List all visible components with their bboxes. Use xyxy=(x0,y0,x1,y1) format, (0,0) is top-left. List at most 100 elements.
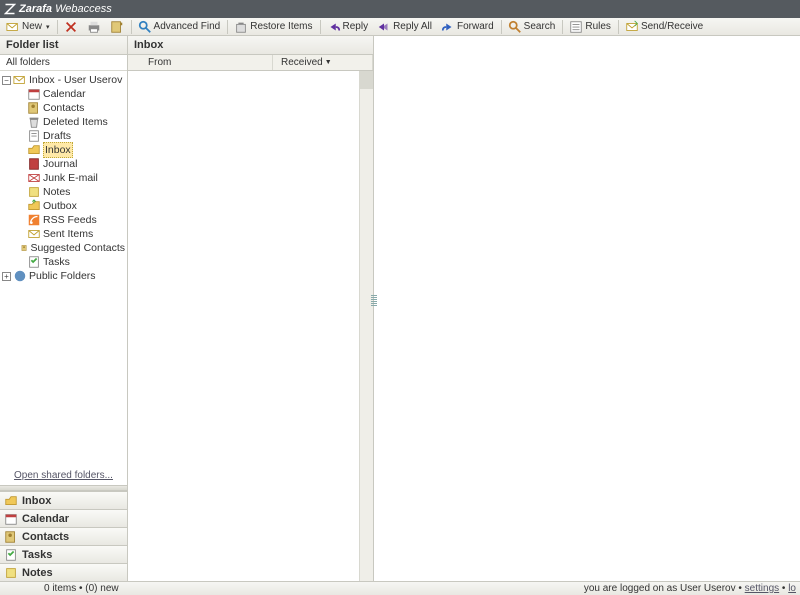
main-toolbar: New ▾ Advanced Find Restore Items Reply … xyxy=(0,18,800,36)
tree-folder-label: Notes xyxy=(43,185,70,199)
tree-public-folders[interactable]: + Public Folders xyxy=(2,269,125,283)
contacts-icon xyxy=(21,241,28,255)
folder-list-title: Folder list xyxy=(0,36,127,55)
mailbox-icon xyxy=(13,73,27,87)
new-label: New xyxy=(22,21,42,32)
restore-items-label: Restore Items xyxy=(250,21,312,32)
tree-folder-label: Suggested Contacts xyxy=(30,241,125,255)
tree-folder-label: Journal xyxy=(43,157,77,171)
nav-label: Contacts xyxy=(22,531,69,543)
column-headers: From Received ▼ xyxy=(128,55,373,71)
content-area: Inbox From Received ▼ xyxy=(128,36,800,581)
reply-label: Reply xyxy=(343,21,369,32)
send-receive-button[interactable]: Send/Receive xyxy=(621,19,708,35)
nav-label: Tasks xyxy=(22,549,52,561)
trash-icon xyxy=(27,115,41,129)
tree-folder-junk-e-mail[interactable]: Junk E-mail xyxy=(16,171,125,185)
toolbar-separator xyxy=(131,20,132,34)
tree-root-label: Inbox - User Userov xyxy=(29,73,122,87)
search-advanced-icon xyxy=(138,20,152,34)
public-folder-icon xyxy=(13,269,27,283)
status-bar: 0 items • (0) new you are logged on as U… xyxy=(0,581,800,595)
app-title: Zarafa Webaccess xyxy=(19,3,112,15)
nav-tasks[interactable]: Tasks xyxy=(0,545,127,563)
settings-link[interactable]: settings xyxy=(745,583,779,594)
nav-label: Notes xyxy=(22,567,53,579)
folder-tree: − Inbox - User Userov CalendarContactsDe… xyxy=(0,71,127,466)
toolbar-separator xyxy=(227,20,228,34)
toolbar-separator xyxy=(57,20,58,34)
status-right: you are logged on as User Userov • setti… xyxy=(584,583,796,594)
forward-icon xyxy=(441,20,455,34)
restore-items-button[interactable]: Restore Items xyxy=(230,19,317,35)
forward-button[interactable]: Forward xyxy=(437,19,499,35)
splitter-handle[interactable] xyxy=(371,295,377,323)
tree-folder-label: Sent Items xyxy=(43,227,93,241)
tree-folder-journal[interactable]: Journal xyxy=(16,157,125,171)
tree-folder-suggested-contacts[interactable]: Suggested Contacts xyxy=(16,241,125,255)
tree-folder-deleted-items[interactable]: Deleted Items xyxy=(16,115,125,129)
logout-link[interactable]: lo xyxy=(788,583,796,594)
tree-folder-inbox[interactable]: Inbox xyxy=(16,143,125,157)
contacts-icon xyxy=(27,101,41,115)
column-from[interactable]: From xyxy=(128,55,273,70)
open-shared-label[interactable]: Open shared folders... xyxy=(14,470,113,481)
junk-icon xyxy=(27,171,41,185)
app-header: Zarafa Webaccess xyxy=(0,0,800,18)
delete-x-icon xyxy=(64,20,78,34)
tree-folder-label: Inbox xyxy=(43,142,73,158)
search-icon xyxy=(508,20,522,34)
main-area: Folder list All folders − Inbox - User U… xyxy=(0,36,800,581)
print-button[interactable] xyxy=(83,19,106,35)
send-receive-label: Send/Receive xyxy=(641,21,703,32)
tree-folder-calendar[interactable]: Calendar xyxy=(16,87,125,101)
nav-inbox[interactable]: Inbox xyxy=(0,491,127,509)
tree-folder-rss-feeds[interactable]: RSS Feeds xyxy=(16,213,125,227)
nav-notes[interactable]: Notes xyxy=(0,563,127,581)
delete-button[interactable] xyxy=(60,19,83,35)
tree-folder-label: Deleted Items xyxy=(43,115,108,129)
folder-list-subtitle: All folders xyxy=(0,55,127,71)
reply-button[interactable]: Reply xyxy=(323,19,374,35)
sidebar: Folder list All folders − Inbox - User U… xyxy=(0,36,128,581)
tree-collapse-icon[interactable]: − xyxy=(2,76,11,85)
notes-icon xyxy=(4,566,18,580)
nav-calendar[interactable]: Calendar xyxy=(0,509,127,527)
toolbar-separator xyxy=(562,20,563,34)
journal-icon xyxy=(27,157,41,171)
column-received[interactable]: Received ▼ xyxy=(273,55,373,70)
sent-icon xyxy=(27,227,41,241)
tree-folder-contacts[interactable]: Contacts xyxy=(16,101,125,115)
list-title: Inbox xyxy=(128,36,373,55)
calendar-icon xyxy=(27,87,41,101)
tree-folder-tasks[interactable]: Tasks xyxy=(16,255,125,269)
tree-folder-label: Drafts xyxy=(43,129,71,143)
address-book-button[interactable] xyxy=(106,19,129,35)
nav-contacts[interactable]: Contacts xyxy=(0,527,127,545)
open-shared-folders-link[interactable]: Open shared folders... xyxy=(0,466,127,485)
tree-root-inbox-user[interactable]: − Inbox - User Userov xyxy=(2,73,125,87)
advanced-find-label: Advanced Find xyxy=(154,21,221,32)
tree-folder-sent-items[interactable]: Sent Items xyxy=(16,227,125,241)
sort-descending-icon: ▼ xyxy=(325,59,332,66)
nav-label: Calendar xyxy=(22,513,69,525)
tree-folder-drafts[interactable]: Drafts xyxy=(16,129,125,143)
tree-folder-outbox[interactable]: Outbox xyxy=(16,199,125,213)
search-button[interactable]: Search xyxy=(504,19,561,35)
new-button[interactable]: New ▾ xyxy=(2,19,55,35)
tree-folder-notes[interactable]: Notes xyxy=(16,185,125,199)
reply-all-button[interactable]: Reply All xyxy=(373,19,437,35)
rules-icon xyxy=(569,20,583,34)
scrollbar[interactable] xyxy=(359,71,373,581)
search-label: Search xyxy=(524,21,556,32)
advanced-find-button[interactable]: Advanced Find xyxy=(134,19,226,35)
status-item-count: 0 items • (0) new xyxy=(4,583,119,594)
zarafa-logo-icon xyxy=(4,3,16,15)
inbox-icon xyxy=(4,494,18,508)
toolbar-separator xyxy=(618,20,619,34)
tree-folder-label: RSS Feeds xyxy=(43,213,97,227)
rules-button[interactable]: Rules xyxy=(565,19,616,35)
tree-expand-icon[interactable]: + xyxy=(2,272,11,281)
calendar-icon xyxy=(4,512,18,526)
scrollbar-thumb[interactable] xyxy=(360,71,373,89)
